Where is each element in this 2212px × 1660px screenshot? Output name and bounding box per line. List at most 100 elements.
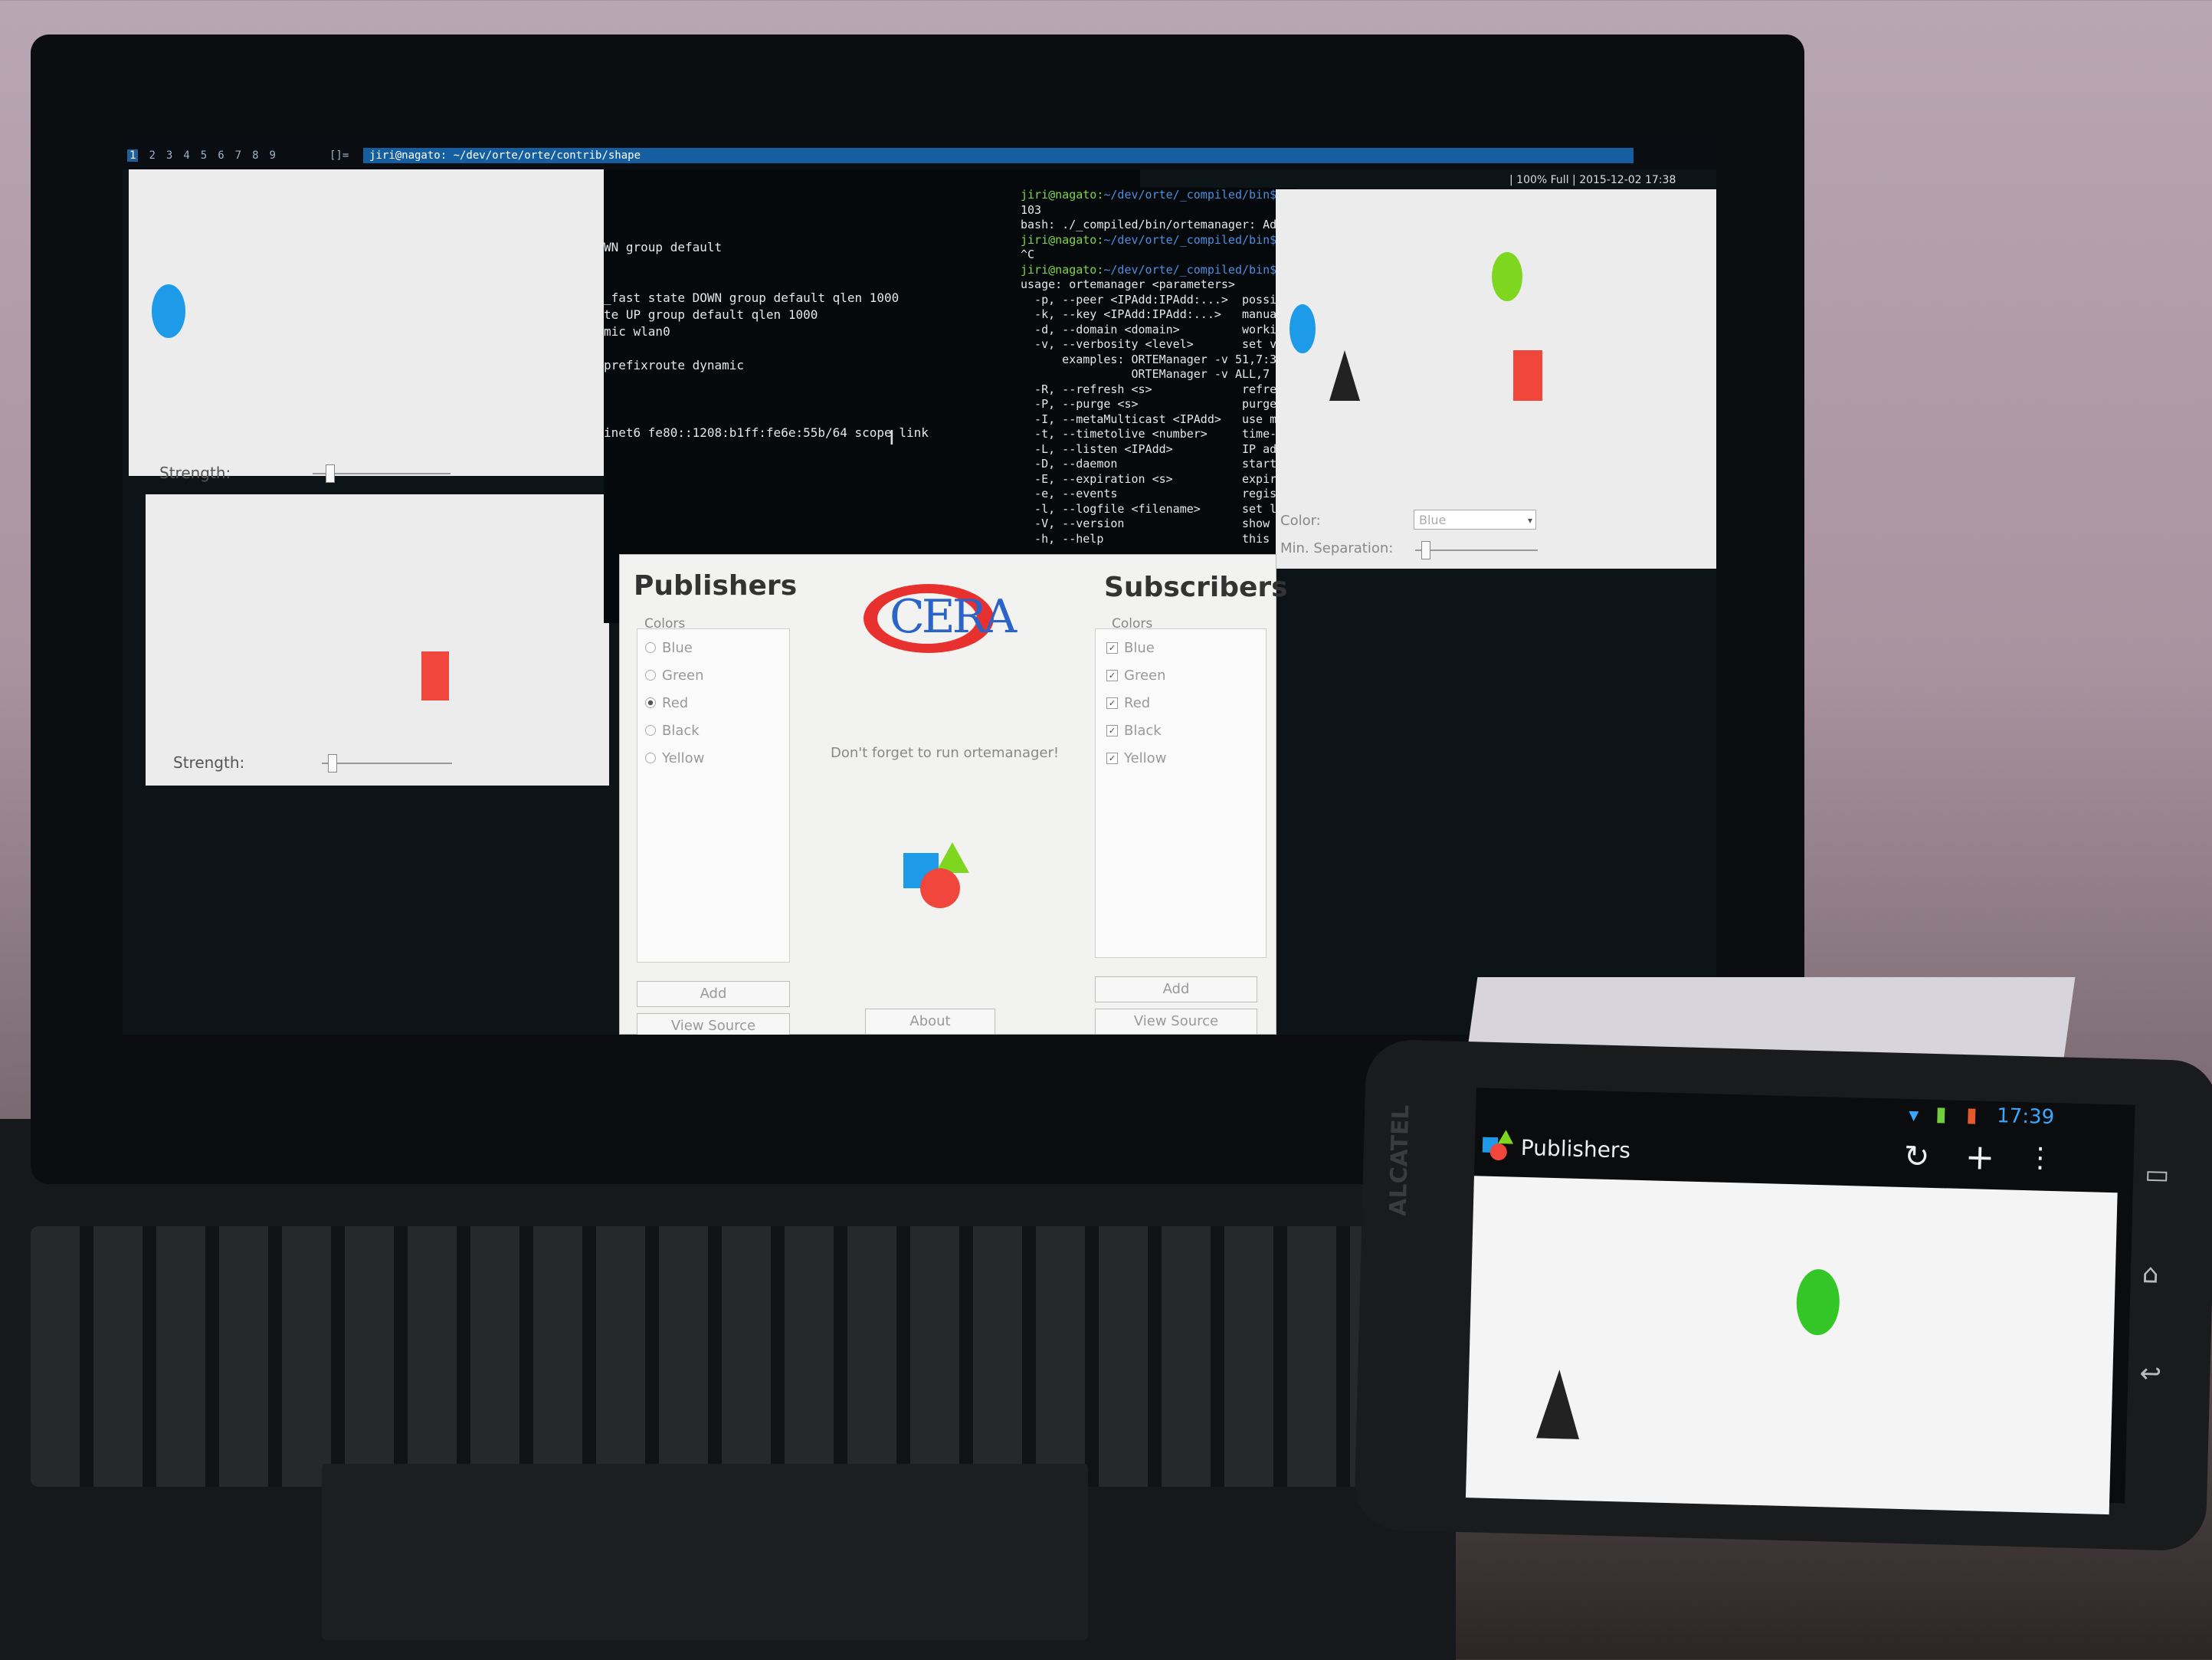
color-select[interactable]: Blue ▾ (1414, 510, 1536, 530)
publisher-color-radio[interactable]: Yellow (645, 744, 789, 772)
radio-button[interactable] (645, 725, 656, 736)
publisher-color-radio[interactable]: Green (645, 661, 789, 689)
workspace-tag[interactable]: 3 (166, 149, 172, 162)
terminal-line: -l, --logfile <filename> set l (1021, 501, 1277, 516)
subscribers-add-button[interactable]: Add (1095, 976, 1257, 1002)
strength-slider[interactable] (313, 464, 451, 483)
terminal-prompt: jiri@nagato: (1021, 232, 1104, 247)
subscriber-color-checkbox[interactable]: ✓ Yellow (1106, 744, 1266, 772)
radio-button[interactable] (645, 670, 656, 681)
workspace-tag[interactable]: 4 (183, 149, 189, 162)
terminal-line: -R, --refresh <s> refre (1021, 382, 1277, 396)
terminal-line: bash: ./_compiled/bin/ortemanager: Ad (1021, 218, 1277, 231)
terminal-ortemanager[interactable]: jiri@nagato:~/dev/orte/_compiled/bin$ 103… (1021, 188, 1296, 556)
phone-clock: 17:39 (1996, 1104, 2055, 1130)
checkbox-label: Yellow (1124, 750, 1167, 766)
publishers-view-source-button[interactable]: View Source (637, 1013, 790, 1035)
laptop-touchpad (322, 1464, 1088, 1640)
terminal-line: -L, --listen <IPAdd> IP ad (1021, 441, 1277, 456)
slider-thumb[interactable] (326, 464, 335, 483)
back-icon[interactable]: ↩ (2139, 1358, 2162, 1389)
publishers-add-button[interactable]: Add (637, 981, 790, 1007)
shapes-icon-circle (920, 868, 960, 908)
checkbox[interactable]: ✓ (1106, 697, 1118, 709)
terminal-line: -h, --help this (1021, 531, 1270, 546)
green-circle-shape (1795, 1268, 1840, 1336)
workspace-tag[interactable]: 9 (270, 149, 276, 162)
workspace-tag[interactable]: 8 (252, 149, 258, 162)
subscriber-window: Color: Blue ▾ Min. Separation: (1276, 189, 1716, 569)
battery-icon: ▮ (1965, 1104, 1978, 1127)
publisher-window-blue: Strength: (129, 169, 604, 483)
app-icon-triangle (1498, 1130, 1514, 1144)
workspace-tag[interactable]: 2 (149, 149, 155, 162)
min-separation-label: Min. Separation: (1280, 540, 1394, 556)
layout-indicator[interactable]: []= (329, 149, 349, 162)
checkbox[interactable]: ✓ (1106, 752, 1118, 764)
refresh-icon[interactable]: ↻ (1903, 1139, 1930, 1175)
min-separation-slider[interactable] (1415, 541, 1538, 559)
phone-shape-canvas[interactable] (1465, 1176, 2118, 1515)
text-cursor-icon: I (889, 427, 895, 450)
app-title: Publishers (1520, 1134, 1631, 1163)
radio-label: Blue (662, 639, 693, 656)
radio-button[interactable] (645, 697, 656, 708)
slider-thumb[interactable] (328, 754, 337, 773)
subscriber-color-checkbox[interactable]: ✓ Green (1106, 661, 1266, 689)
window-manager-bar: 1 2 3 4 5 6 7 8 9 []= jiri@nagato: ~/dev… (123, 142, 1716, 169)
overflow-menu-icon[interactable]: ⋮ (2026, 1142, 2054, 1174)
about-button[interactable]: About (865, 1009, 995, 1035)
terminal-line: -v, --verbosity <level> set v (1021, 337, 1277, 351)
checkbox[interactable]: ✓ (1106, 669, 1118, 681)
checkbox[interactable]: ✓ (1106, 641, 1118, 654)
terminal-line: ^C (1021, 248, 1035, 261)
terminal-line: examples: ORTEManager -v 51,7:3 (1021, 352, 1277, 366)
publisher-color-radio[interactable]: Black (645, 717, 789, 744)
radio-label: Green (662, 667, 704, 684)
recent-apps-icon[interactable]: ▭ (2145, 1159, 2170, 1190)
publisher-color-radio[interactable]: Red (645, 689, 789, 717)
radio-label: Red (662, 694, 689, 711)
strength-label: Strength: (159, 464, 231, 482)
publisher-color-radio[interactable]: Blue (645, 634, 789, 661)
radio-label: Yellow (662, 750, 705, 766)
radio-button[interactable] (645, 642, 656, 653)
subscribers-colors-group: ✓ Blue ✓ Green ✓ Red ✓ Black ✓ Yellow (1095, 628, 1267, 958)
black-triangle-shape (1329, 350, 1360, 401)
terminal-path: ~/dev/orte/_compiled/bin$ (1103, 232, 1277, 247)
checkbox-label: Green (1124, 667, 1166, 684)
subscriber-color-checkbox[interactable]: ✓ Black (1106, 717, 1266, 744)
terminal-line: jiri@nagato:~/dev/orte/_compiled/bin$ (1021, 188, 1296, 203)
signal-icon: ▮ (1935, 1103, 1947, 1127)
radio-button[interactable] (645, 753, 656, 763)
checkbox-label: Red (1124, 694, 1151, 711)
subscribers-heading: Subscribers (1104, 572, 1288, 603)
phone-brand: ALCATEL (1385, 1104, 1415, 1217)
home-icon[interactable]: ⌂ (2142, 1258, 2159, 1290)
black-triangle-shape (1536, 1370, 1579, 1439)
workspace-tag[interactable]: 1 (127, 149, 139, 162)
red-square-shape (421, 651, 449, 700)
strength-label: Strength: (173, 753, 245, 772)
subscriber-color-checkbox[interactable]: ✓ Red (1106, 689, 1266, 717)
ortemanager-reminder: Don't forget to run ortemanager! (831, 745, 1060, 761)
green-circle-shape (1492, 252, 1522, 301)
workspace-tag[interactable]: 6 (218, 149, 224, 162)
terminal-line: -I, --metaMulticast <IPAdd> use m (1021, 412, 1277, 426)
terminal-prompt: jiri@nagato: (1021, 262, 1104, 277)
wifi-icon: ▾ (1908, 1104, 1919, 1127)
color-label: Color: (1280, 513, 1321, 529)
slider-thumb[interactable] (1421, 541, 1430, 559)
strength-slider[interactable] (322, 754, 452, 773)
subscribers-view-source-button[interactable]: View Source (1095, 1009, 1257, 1035)
terminal-line: -V, --version show (1021, 517, 1270, 530)
workspace-tag[interactable]: 7 (235, 149, 241, 162)
add-icon[interactable]: + (1965, 1136, 1995, 1178)
workspace-tag[interactable]: 5 (201, 149, 207, 162)
checkbox[interactable]: ✓ (1106, 724, 1118, 737)
subscriber-color-checkbox[interactable]: ✓ Blue (1106, 634, 1266, 661)
app-icon (1482, 1130, 1514, 1161)
terminal-line: -t, --timetolive <number> time- (1021, 427, 1277, 441)
checkbox-label: Blue (1124, 639, 1155, 656)
shapes-icon (903, 842, 972, 911)
